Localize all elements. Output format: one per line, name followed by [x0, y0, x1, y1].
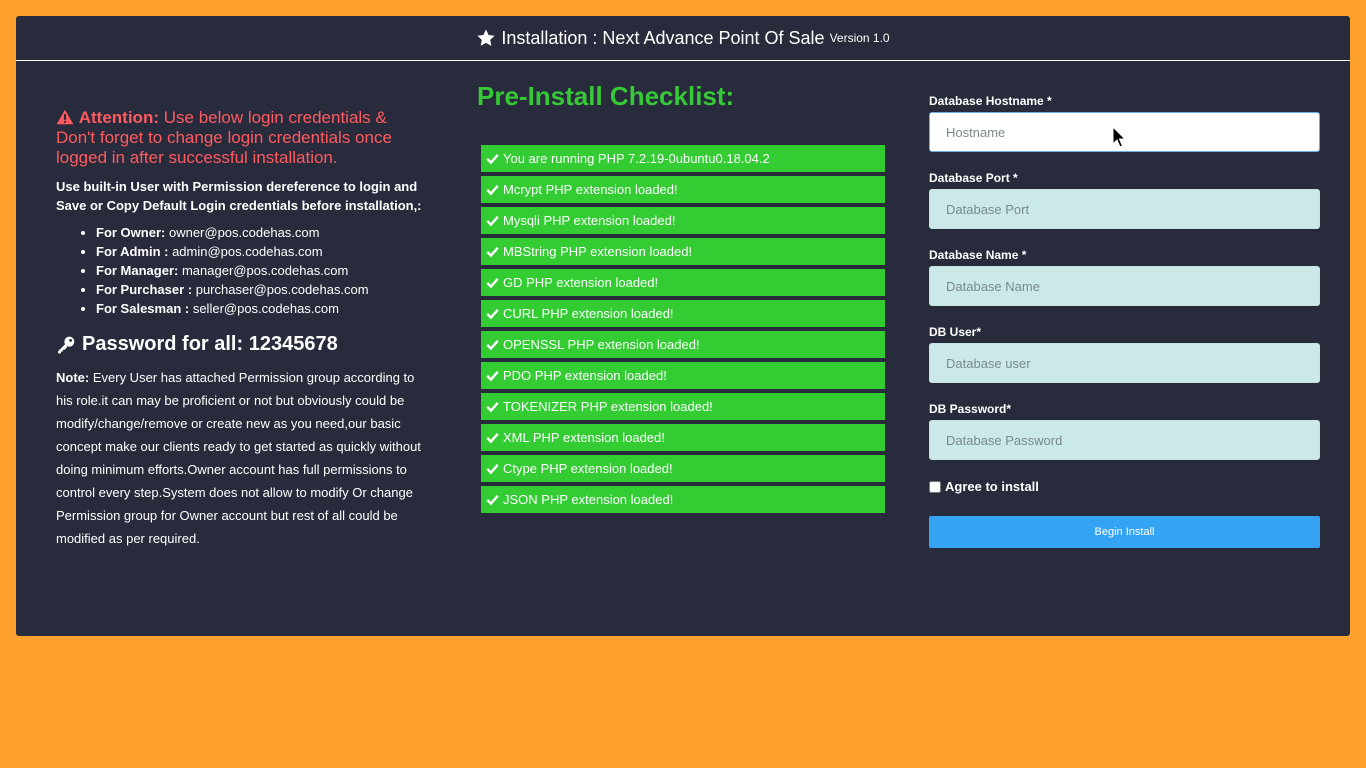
agree-label: Agree to install [945, 479, 1039, 494]
agree-checkbox[interactable] [929, 480, 941, 493]
credential-role: For Manager: [96, 263, 179, 278]
version-label: Version 1.0 [829, 31, 890, 45]
dbname-field-group: Database Name * [929, 248, 1320, 306]
credential-email: admin@pos.codehas.com [172, 244, 323, 259]
dbuser-label: DB User* [929, 325, 982, 339]
checklist-item: MBString PHP extension loaded! [481, 238, 885, 265]
hostname-label: Database Hostname * [929, 94, 1052, 108]
checklist-item: GD PHP extension loaded! [481, 269, 885, 296]
install-panel: Installation : Next Advance Point Of Sal… [16, 16, 1350, 636]
note-paragraph: Note: Every User has attached Permission… [56, 366, 426, 550]
credential-role: For Admin : [96, 244, 169, 259]
checklist: You are running PHP 7.2.19-0ubuntu0.18.0… [481, 145, 885, 517]
credentials-list: For Owner: owner@pos.codehas.com For Adm… [56, 223, 426, 318]
credential-email: owner@pos.codehas.com [168, 225, 320, 240]
credential-email: purchaser@pos.codehas.com [195, 282, 369, 297]
checkmark-icon [486, 402, 499, 413]
credential-email: seller@pos.codehas.com [192, 301, 339, 316]
checklist-item: Mysqli PHP extension loaded! [481, 207, 885, 234]
panel-header: Installation : Next Advance Point Of Sal… [16, 16, 1350, 61]
checklist-item: XML PHP extension loaded! [481, 424, 885, 451]
checklist-item-text: TOKENIZER PHP extension loaded! [503, 399, 713, 414]
checkmark-icon [486, 433, 499, 444]
database-form: Database Hostname * Database Port * Data… [929, 94, 1320, 548]
dbuser-field-group: DB User* [929, 325, 1320, 383]
credential-item: For Manager: manager@pos.codehas.com [96, 261, 426, 280]
note-label: Note: [56, 370, 90, 385]
note-text: Every User has attached Permission group… [56, 370, 421, 546]
begin-install-button[interactable]: Begin Install [929, 516, 1320, 548]
port-label: Database Port * [929, 171, 1018, 185]
port-field-group: Database Port * [929, 171, 1320, 229]
checklist-item-text: OPENSSL PHP extension loaded! [503, 337, 700, 352]
credential-role: For Owner: [96, 225, 166, 240]
checkmark-icon [486, 309, 499, 320]
checklist-item-text: MBString PHP extension loaded! [503, 244, 693, 259]
dbpassword-input[interactable] [929, 420, 1320, 460]
page-title: Installation : Next Advance Point Of Sal… [501, 27, 825, 48]
credential-email: manager@pos.codehas.com [181, 263, 349, 278]
dbname-input[interactable] [929, 266, 1320, 306]
checklist-item-text: PDO PHP extension loaded! [503, 368, 667, 383]
credential-item: For Purchaser : purchaser@pos.codehas.co… [96, 280, 426, 299]
checklist-item-text: CURL PHP extension loaded! [503, 306, 674, 321]
checkmark-icon [486, 185, 499, 196]
checklist-item: JSON PHP extension loaded! [481, 486, 885, 513]
checklist-item-text: Mcrypt PHP extension loaded! [503, 182, 678, 197]
key-icon [58, 336, 75, 353]
warning-icon [56, 109, 74, 125]
checklist-item: CURL PHP extension loaded! [481, 300, 885, 327]
checkmark-icon [486, 154, 499, 165]
credential-role: For Salesman : [96, 301, 190, 316]
checkmark-icon [486, 464, 499, 475]
checkmark-icon [486, 495, 499, 506]
checklist-item: OPENSSL PHP extension loaded! [481, 331, 885, 358]
checklist-item-text: XML PHP extension loaded! [503, 430, 665, 445]
checklist-item: TOKENIZER PHP extension loaded! [481, 393, 885, 420]
credential-item: For Owner: owner@pos.codehas.com [96, 223, 426, 242]
password-heading: Password for all: 12345678 [56, 333, 426, 356]
checklist-item-text: You are running PHP 7.2.19-0ubuntu0.18.0… [503, 151, 770, 166]
builtin-user-instruction: Use built-in User with Permission derefe… [56, 179, 422, 213]
credential-item: For Admin : admin@pos.codehas.com [96, 242, 426, 261]
credential-role: For Purchaser : [96, 282, 193, 297]
credentials-section: Attention: Use below login credentials &… [56, 108, 426, 550]
password-text: Password for all: 12345678 [82, 333, 338, 355]
checklist-title: Pre-Install Checklist: [477, 81, 735, 111]
attention-message: Attention: Use below login credentials &… [56, 108, 426, 168]
star-icon [477, 29, 495, 46]
port-input[interactable] [929, 189, 1320, 229]
checkmark-icon [486, 247, 499, 258]
checkmark-icon [486, 371, 499, 382]
checkmark-icon [486, 216, 499, 227]
checklist-item-text: Ctype PHP extension loaded! [503, 461, 673, 476]
credential-item: For Salesman : seller@pos.codehas.com [96, 299, 426, 318]
checklist-item-text: GD PHP extension loaded! [503, 275, 659, 290]
checklist-item: You are running PHP 7.2.19-0ubuntu0.18.0… [481, 145, 885, 172]
checkmark-icon [486, 278, 499, 289]
dbpassword-label: DB Password* [929, 402, 1012, 416]
agree-row: Agree to install [929, 479, 1320, 494]
checklist-item: PDO PHP extension loaded! [481, 362, 885, 389]
checklist-item: Ctype PHP extension loaded! [481, 455, 885, 482]
dbuser-input[interactable] [929, 343, 1320, 383]
dbname-label: Database Name * [929, 248, 1027, 262]
checkmark-icon [486, 340, 499, 351]
checklist-item-text: JSON PHP extension loaded! [503, 492, 674, 507]
mouse-cursor-icon [1112, 126, 1126, 148]
checklist-item: Mcrypt PHP extension loaded! [481, 176, 885, 203]
dbpassword-field-group: DB Password* [929, 402, 1320, 460]
attention-label: Attention: [78, 108, 159, 127]
checklist-section: Pre-Install Checklist: You are running P… [477, 80, 887, 513]
checklist-item-text: Mysqli PHP extension loaded! [503, 213, 676, 228]
